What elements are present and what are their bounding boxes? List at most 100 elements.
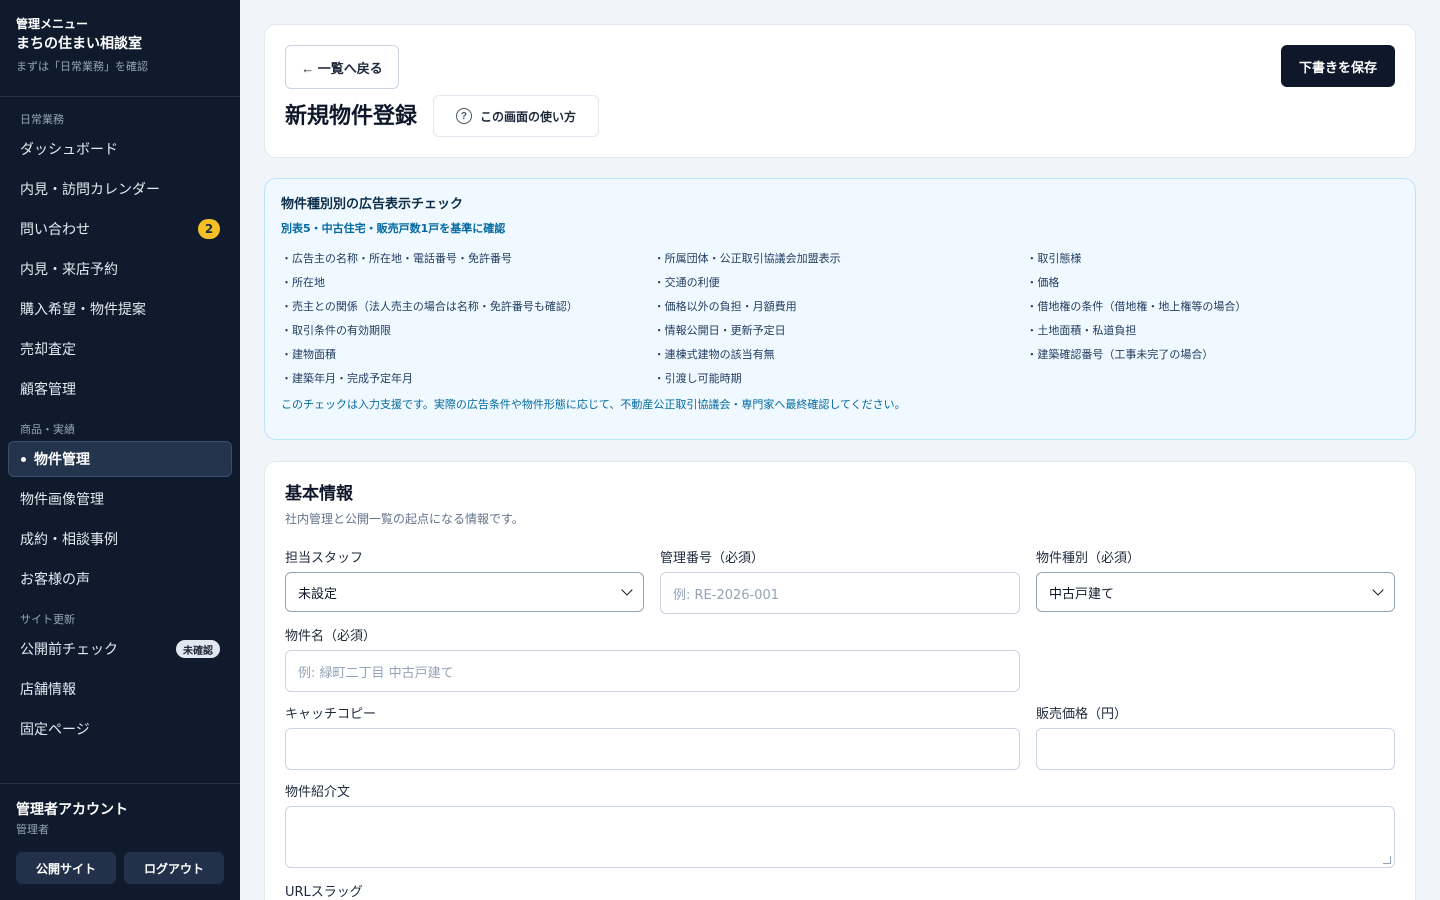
sidebar-hint: まずは「日常業務」を確認: [16, 60, 148, 73]
checklist-item: ・建築確認番号（工事未完了の場合）: [1026, 348, 1214, 361]
sidebar-item-static-pages[interactable]: 固定ページ: [8, 711, 232, 747]
sidebar-item-prepublish-check[interactable]: 公開前チェック 未確認: [8, 631, 232, 667]
checklist-item: ・連棟式建物の該当有無: [653, 348, 775, 361]
sidebar-item-properties[interactable]: 物件管理: [8, 441, 232, 477]
checklist-column: ・広告主の名称・所在地・電話番号・免許番号 ・所在地 ・売主との関係（法人売主の…: [281, 247, 654, 391]
checklist-item: ・取引条件の有効期限: [281, 324, 391, 337]
sidebar-item-property-images[interactable]: 物件画像管理: [8, 481, 232, 517]
code-input[interactable]: 例: RE-2026-001: [660, 572, 1020, 614]
sidebar-item-testimonials[interactable]: お客様の声: [8, 561, 232, 597]
code-placeholder: 例: RE-2026-001: [673, 587, 780, 603]
brand-name: まちの住まい相談室: [16, 36, 142, 52]
help-button-label: この画面の使い方: [479, 109, 576, 124]
sidebar-item-label: ダッシュボード: [20, 142, 118, 158]
section-daily: 日常業務: [20, 113, 64, 126]
sidebar-item-label: 物件管理: [34, 452, 90, 468]
sidebar-item-label: 購入希望・物件提案: [20, 302, 146, 318]
sidebar-item-customers[interactable]: 顧客管理: [8, 371, 232, 407]
section-products: 商品・実績: [20, 423, 75, 436]
staff-field: 担当スタッフ 未設定: [285, 550, 644, 612]
checklist-subtitle: 別表5・中古住宅・販売戸数1戸を基準に確認: [281, 222, 506, 235]
checklist-item: ・情報公開日・更新予定日: [653, 324, 786, 337]
sidebar-item-inquiries[interactable]: 問い合わせ 2: [8, 211, 232, 247]
sidebar: 管理メニュー まちの住まい相談室 まずは「日常業務」を確認 日常業務 ダッシュボ…: [0, 0, 240, 900]
public-site-button[interactable]: 公開サイト: [16, 852, 116, 884]
unchecked-badge: 未確認: [176, 640, 220, 658]
sidebar-item-appraisal[interactable]: 売却査定: [8, 331, 232, 367]
main-content: ← 一覧へ戻る 新規物件登録 ? この画面の使い方 下書きを保存 物件種別別の広…: [240, 0, 1440, 900]
section-description: 社内管理と公開一覧の起点になる情報です。: [285, 512, 524, 526]
sidebar-item-label: 物件画像管理: [20, 492, 104, 508]
catch-field: キャッチコピー: [285, 706, 1020, 770]
sidebar-item-label: 顧客管理: [20, 382, 76, 398]
sidebar-item-label: 公開前チェック: [20, 642, 118, 658]
sidebar-item-label: 問い合わせ: [20, 222, 90, 238]
section-title: 基本情報: [285, 484, 353, 504]
price-label: 販売価格（円）: [1036, 707, 1128, 722]
account-name: 管理者アカウント: [16, 802, 128, 818]
checklist-item: ・引渡し可能時期: [653, 372, 742, 385]
help-button[interactable]: ? この画面の使い方: [433, 95, 599, 137]
checklist-item: ・価格: [1026, 276, 1060, 289]
sidebar-item-label: 売却査定: [20, 342, 76, 358]
chevron-down-icon: [621, 584, 633, 596]
sidebar-item-label: 内見・来店予約: [20, 262, 118, 278]
name-placeholder: 例: 緑町二丁目 中古戸建て: [298, 665, 454, 681]
sidebar-item-store-info[interactable]: 店舗情報: [8, 671, 232, 707]
intro-field: 物件紹介文: [285, 784, 1395, 868]
code-label: 管理番号（必須）: [660, 551, 765, 566]
resize-handle-icon[interactable]: [1383, 856, 1391, 864]
type-select[interactable]: 中古戸建て: [1036, 572, 1395, 612]
section-site: サイト更新: [20, 613, 75, 626]
checklist-column: ・所属団体・公正取引協議会加盟表示 ・交通の利便 ・価格以外の負担・月額費用 ・…: [654, 247, 1027, 391]
checklist-item: ・売主との関係（法人売主の場合は名称・免許番号も確認）: [281, 300, 578, 313]
checklist-item: ・取引態様: [1026, 252, 1082, 265]
catch-input[interactable]: [285, 728, 1020, 770]
checklist-item: ・借地権の条件（借地権・地上権等の場合）: [1026, 300, 1247, 313]
type-label: 物件種別（必須）: [1036, 551, 1141, 566]
sidebar-item-calendar[interactable]: 内見・訪問カレンダー: [8, 171, 232, 207]
checklist-item: ・土地面積・私道負担: [1026, 324, 1137, 337]
sidebar-item-purchase-requests[interactable]: 購入希望・物件提案: [8, 291, 232, 327]
sidebar-kicker: 管理メニュー: [16, 17, 89, 31]
checklist-item: ・所属団体・公正取引協議会加盟表示: [653, 252, 841, 265]
name-field: 物件名（必須） 例: 緑町二丁目 中古戸建て: [285, 628, 1020, 692]
inquiries-count-badge: 2: [198, 219, 220, 239]
back-to-list-button[interactable]: ← 一覧へ戻る: [285, 45, 399, 89]
sidebar-item-cases[interactable]: 成約・相談事例: [8, 521, 232, 557]
type-select-value: 中古戸建て: [1049, 586, 1115, 602]
page-title: 新規物件登録: [285, 104, 418, 129]
code-field: 管理番号（必須） 例: RE-2026-001: [660, 550, 1020, 614]
checklist-item: ・所在地: [281, 276, 325, 289]
sidebar-item-reservations[interactable]: 内見・来店予約: [8, 251, 232, 287]
price-field: 販売価格（円）: [1036, 706, 1395, 770]
checklist-note: このチェックは入力支援です。実際の広告条件や物件形態に応じて、不動産公正取引協議…: [281, 398, 906, 411]
slug-label: URLスラッグ: [285, 885, 363, 900]
catch-label: キャッチコピー: [285, 707, 377, 722]
active-dot-icon: [21, 456, 26, 462]
basic-info-form: 基本情報 社内管理と公開一覧の起点になる情報です。 担当スタッフ 未設定 管理番…: [264, 461, 1416, 900]
checklist-item: ・建築年月・完成予定年月: [281, 372, 413, 385]
staff-select-value: 未設定: [298, 586, 338, 602]
slug-field: URLスラッグ: [285, 884, 1395, 900]
sidebar-item-label: お客様の声: [20, 572, 90, 588]
checklist-item: ・交通の利便: [653, 276, 720, 289]
staff-label: 担当スタッフ: [285, 551, 364, 566]
name-input[interactable]: 例: 緑町二丁目 中古戸建て: [285, 650, 1020, 692]
intro-textarea[interactable]: [285, 806, 1395, 868]
checklist-grid: ・広告主の名称・所在地・電話番号・免許番号 ・所在地 ・売主との関係（法人売主の…: [281, 247, 1399, 391]
checklist-title: 物件種別別の広告表示チェック: [281, 197, 464, 212]
checklist-column: ・取引態様 ・価格 ・借地権の条件（借地権・地上権等の場合） ・土地面積・私道負…: [1026, 247, 1399, 391]
name-label: 物件名（必須）: [285, 629, 377, 644]
staff-select[interactable]: 未設定: [285, 572, 644, 612]
save-draft-button[interactable]: 下書きを保存: [1281, 45, 1395, 87]
sidebar-item-label: 店舗情報: [20, 682, 76, 698]
sidebar-item-dashboard[interactable]: ダッシュボード: [8, 131, 232, 167]
page-header: ← 一覧へ戻る 新規物件登録 ? この画面の使い方 下書きを保存: [264, 24, 1416, 158]
account-panel: 管理者アカウント 管理者 公開サイト ログアウト: [0, 783, 240, 900]
account-role: 管理者: [16, 823, 49, 836]
logout-button[interactable]: ログアウト: [124, 852, 224, 884]
intro-label: 物件紹介文: [285, 785, 351, 800]
chevron-down-icon: [1372, 584, 1384, 596]
price-input[interactable]: [1036, 728, 1395, 770]
